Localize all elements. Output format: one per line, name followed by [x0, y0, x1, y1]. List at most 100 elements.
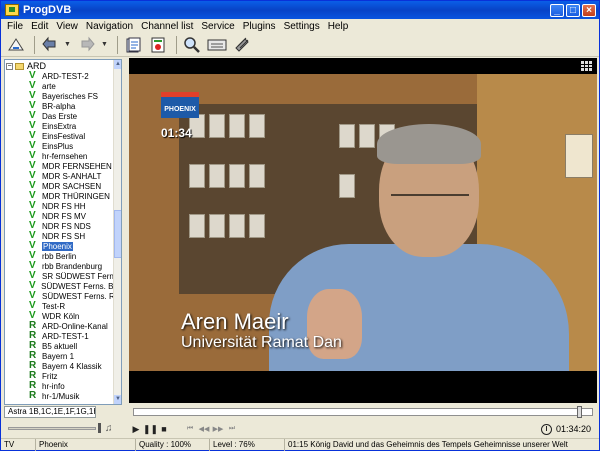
channel-item[interactable]: V MDR THÜRINGEN — [5, 191, 121, 201]
channel-item[interactable]: V NDR FS NDS — [5, 221, 121, 231]
channel-name: MDR FERNSEHEN — [42, 161, 112, 171]
channel-name: ARD-TEST-2 — [42, 71, 89, 81]
channel-item[interactable]: Rhr-info — [5, 381, 121, 391]
channel-name: Bayerisches FS — [42, 91, 99, 101]
volume-control: ♫ — [4, 419, 122, 437]
scroll-down-icon[interactable]: ▼ — [114, 395, 121, 404]
menu-edit[interactable]: Edit — [27, 21, 52, 32]
title-bar[interactable]: ProgDVB _ □ × — [1, 1, 599, 19]
channel-item[interactable]: V NDR FS MV — [5, 211, 121, 221]
menu-navigation[interactable]: Navigation — [82, 21, 137, 32]
minimize-button[interactable]: _ — [550, 3, 564, 17]
stop-icon[interactable]: ■ — [157, 424, 171, 434]
toolbar: ▼ ▼ — [1, 33, 599, 57]
channel-item[interactable]: R Fritz — [5, 371, 121, 381]
channel-name: arte — [42, 81, 56, 91]
channel-item[interactable]: R ARD-Online-Kanal — [5, 321, 121, 331]
channel-item[interactable]: V Test-R — [5, 301, 121, 311]
menu-settings[interactable]: Settings — [280, 21, 324, 32]
caption-subtitle: Universität Ramat Dan — [181, 334, 342, 351]
play-icon[interactable]: ▶ — [129, 424, 143, 435]
forward-dropdown-icon[interactable]: ▼ — [101, 41, 109, 48]
channel-name: NDR FS NDS — [42, 221, 91, 231]
forward-icon[interactable] — [76, 35, 98, 55]
channel-name: SÜDWEST Ferns. RP — [42, 291, 121, 301]
channel-name: WDR Köln — [42, 311, 80, 321]
maximize-button[interactable]: □ — [566, 3, 580, 17]
satellite-icon[interactable] — [231, 35, 253, 55]
channel-item[interactable]: V Bayerisches FS — [5, 91, 121, 101]
video-person-glasses — [391, 194, 469, 212]
skip-forward-icon[interactable]: ⏭ — [225, 425, 239, 433]
scroll-thumb[interactable] — [114, 210, 121, 258]
fast-forward-icon[interactable]: ▶▶ — [211, 425, 225, 433]
toolbar-separator — [34, 35, 35, 54]
channel-item[interactable]: V NDR FS SH — [5, 231, 121, 241]
menu-channel-list[interactable]: Channel list — [137, 21, 197, 32]
back-dropdown-icon[interactable]: ▼ — [64, 41, 72, 48]
record-icon[interactable] — [147, 35, 169, 55]
tree-group-ard[interactable]: − ARD — [5, 61, 121, 71]
grid-view-icon[interactable] — [581, 61, 592, 71]
channel-item[interactable]: V MDR SACHSEN — [5, 181, 121, 191]
channel-item[interactable]: V MDR FERNSEHEN — [5, 161, 121, 171]
channel-item[interactable]: Vhr-fernsehen — [5, 151, 121, 161]
channel-list: V ARD-TEST-2 Varte V Bayerisches FS V BR-alpha… — [5, 71, 121, 401]
zoom-icon[interactable] — [181, 35, 203, 55]
seek-bar[interactable] — [133, 406, 593, 418]
teletext-icon[interactable] — [206, 35, 228, 55]
menu-view[interactable]: View — [52, 21, 82, 32]
rewind-icon[interactable]: ◀◀ — [197, 425, 211, 433]
volume-slider[interactable] — [8, 426, 96, 430]
pause-icon[interactable]: ❚❚ — [143, 424, 158, 435]
channel-item[interactable]: V EinsPlus — [5, 141, 121, 151]
channel-item[interactable]: V MDR S-ANHALT — [5, 171, 121, 181]
channel-list-icon[interactable] — [122, 35, 144, 55]
video-person-hair — [377, 124, 481, 164]
menu-plugins[interactable]: Plugins — [239, 21, 280, 32]
channel-item[interactable]: V SR SÜDWEST Ferns. — [5, 271, 121, 281]
video-view[interactable]: PHOENIX 01:34 Aren Maeir Universität Ram… — [129, 58, 597, 403]
channel-name: B5 aktuell — [42, 341, 78, 351]
channel-item[interactable]: R Bayern 1 — [5, 351, 121, 361]
close-button[interactable]: × — [582, 3, 596, 17]
menu-service[interactable]: Service — [197, 21, 238, 32]
channel-list-panel[interactable]: − ARD V ARD-TEST-2 Varte V Bayerisches FS V BR… — [4, 59, 122, 405]
channel-item[interactable]: V NDR FS HH — [5, 201, 121, 211]
channel-list-scrollbar[interactable]: ▲ ▼ — [113, 60, 121, 404]
channel-name: NDR FS SH — [42, 231, 86, 241]
channel-item[interactable]: V WDR Köln — [5, 311, 121, 321]
menu-help[interactable]: Help — [324, 21, 353, 32]
channel-name: rbb Brandenburg — [42, 261, 103, 271]
channel-item[interactable]: V EinsFestival — [5, 131, 121, 141]
channel-item[interactable]: V Das Erste — [5, 111, 121, 121]
volume-thumb[interactable] — [98, 423, 101, 433]
playback-time: 01:34:20 — [555, 424, 591, 434]
channel-item[interactable]: Vrbb Brandenburg — [5, 261, 121, 271]
channel-name: ARD-TEST-1 — [42, 331, 89, 341]
channel-item[interactable]: R B5 aktuell — [5, 341, 121, 351]
back-icon[interactable] — [39, 35, 61, 55]
channel-item[interactable]: R ARD-TEST-1 — [5, 331, 121, 341]
channel-item[interactable]: V SÜDWEST Ferns. RP — [5, 291, 121, 301]
status-level: Level : 76% — [210, 438, 285, 451]
scroll-up-icon[interactable]: ▲ — [114, 60, 121, 69]
satellite-tab[interactable]: Astra 1B,1C,1E,1F,1G,1H,2C — [4, 406, 96, 418]
channel-item[interactable]: V Phoenix — [5, 241, 121, 251]
skip-back-icon[interactable]: ⏮ — [183, 425, 197, 433]
channel-item[interactable]: Vrbb Berlin — [5, 251, 121, 261]
music-note-icon[interactable]: ♫ — [105, 423, 113, 434]
channel-name: Bayern 1 — [42, 351, 75, 361]
channel-item[interactable]: V ARD-TEST-2 — [5, 71, 121, 81]
seek-thumb[interactable] — [577, 406, 582, 418]
collapse-icon[interactable]: − — [6, 62, 13, 70]
channel-item[interactable]: Rhr-1/Musik — [5, 391, 121, 401]
channel-item[interactable]: R Bayern 4 Klassik — [5, 361, 121, 371]
channel-name: Fritz — [42, 371, 58, 381]
menu-file[interactable]: File — [3, 21, 27, 32]
channel-item[interactable]: Varte — [5, 81, 121, 91]
scan-icon[interactable] — [5, 35, 27, 55]
channel-item[interactable]: V EinsExtra — [5, 121, 121, 131]
channel-item[interactable]: V SÜDWEST Ferns. BW — [5, 281, 121, 291]
channel-item[interactable]: V BR-alpha — [5, 101, 121, 111]
